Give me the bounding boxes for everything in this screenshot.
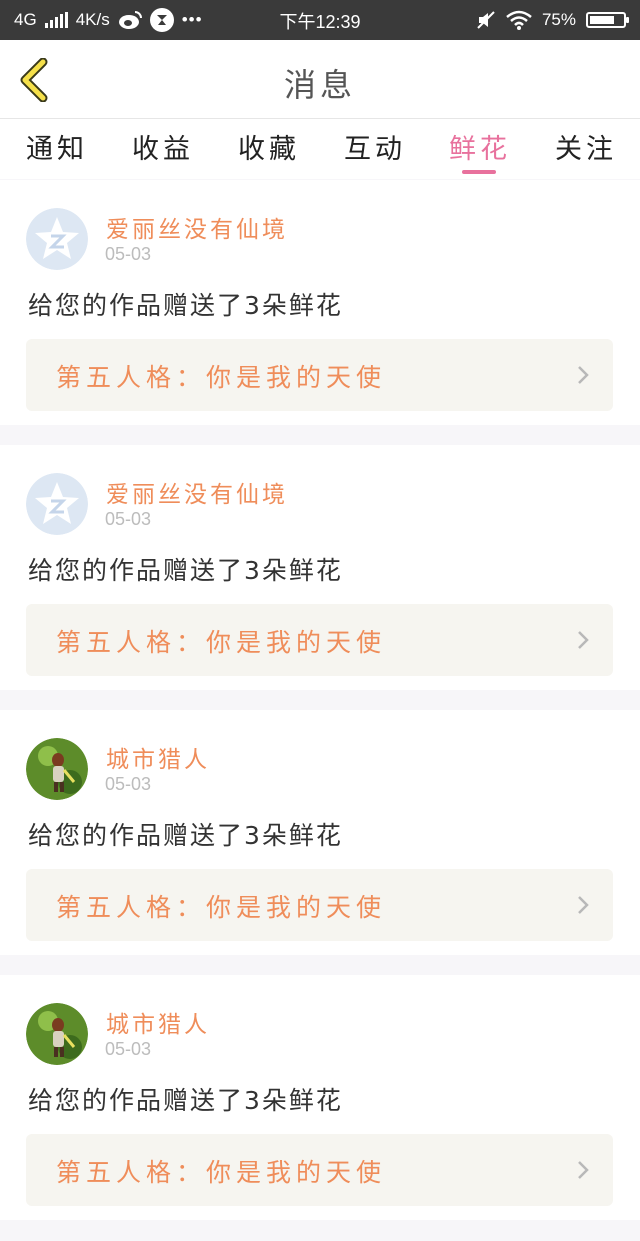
- username[interactable]: 爱丽丝没有仙境: [106, 475, 288, 509]
- work-link[interactable]: 第五人格：你是我的天使: [26, 1134, 613, 1206]
- chevron-right-icon: [578, 1161, 589, 1179]
- tab-flowers[interactable]: 鲜花: [449, 127, 511, 166]
- game-character-avatar: [26, 1003, 88, 1065]
- status-bar: 4G 4K/s ••• 下午12:39 75%: [0, 0, 640, 40]
- page-title: 消息: [283, 66, 356, 104]
- battery-icon: [586, 12, 629, 28]
- message-text: 给您的作品赠送了3朵鲜花: [28, 291, 343, 320]
- battery-percent: 75%: [541, 10, 576, 29]
- date: 05-03: [105, 509, 152, 529]
- avatar[interactable]: [26, 208, 88, 270]
- message-list: 爱丽丝没有仙境 05-03 给您的作品赠送了3朵鲜花 第五人格：你是我的天使 爱…: [0, 180, 640, 1240]
- date: 05-03: [105, 774, 152, 794]
- tab-notifications[interactable]: 通知: [26, 127, 88, 166]
- date: 05-03: [105, 244, 152, 264]
- default-qq-avatar-icon: [26, 473, 88, 535]
- active-tab-indicator: [462, 170, 496, 174]
- avatar[interactable]: [26, 1003, 88, 1065]
- default-qq-avatar-icon: [26, 208, 88, 270]
- message-text: 给您的作品赠送了3朵鲜花: [28, 556, 343, 585]
- battery-fill: [590, 16, 614, 24]
- chevron-right-icon: [578, 631, 589, 649]
- work-link[interactable]: 第五人格：你是我的天使: [26, 604, 613, 676]
- avatar[interactable]: [26, 473, 88, 535]
- work-title: 第五人格：你是我的天使: [56, 628, 387, 657]
- list-item: 爱丽丝没有仙境 05-03 给您的作品赠送了3朵鲜花 第五人格：你是我的天使: [0, 445, 640, 690]
- chevron-right-icon: [578, 896, 589, 914]
- tab-following[interactable]: 关注: [555, 127, 617, 166]
- tab-bar: 通知 收益 收藏 互动 鲜花 关注: [0, 119, 640, 179]
- work-title: 第五人格：你是我的天使: [56, 1158, 387, 1187]
- list-item: 城市猎人 05-03 给您的作品赠送了3朵鲜花 第五人格：你是我的天使: [0, 710, 640, 955]
- work-link[interactable]: 第五人格：你是我的天使: [26, 869, 613, 941]
- list-item: 城市猎人 05-03 给您的作品赠送了3朵鲜花 第五人格：你是我的天使: [0, 975, 640, 1220]
- message-text: 给您的作品赠送了3朵鲜花: [28, 1086, 343, 1115]
- username[interactable]: 城市猎人: [106, 1005, 210, 1039]
- work-title: 第五人格：你是我的天使: [56, 893, 387, 922]
- list-item: 爱丽丝没有仙境 05-03 给您的作品赠送了3朵鲜花 第五人格：你是我的天使: [0, 180, 640, 425]
- message-text: 给您的作品赠送了3朵鲜花: [28, 821, 343, 850]
- username[interactable]: 爱丽丝没有仙境: [106, 210, 288, 244]
- tab-interactions[interactable]: 互动: [344, 127, 406, 166]
- status-right: 75%: [476, 8, 629, 32]
- username[interactable]: 城市猎人: [106, 740, 210, 774]
- mute-icon: [477, 11, 495, 29]
- tab-earnings[interactable]: 收益: [132, 127, 194, 166]
- wifi-icon: [506, 10, 532, 30]
- date: 05-03: [105, 1039, 152, 1059]
- work-title: 第五人格：你是我的天使: [56, 363, 387, 392]
- tab-favorites[interactable]: 收藏: [238, 127, 300, 166]
- avatar[interactable]: [26, 738, 88, 800]
- game-character-avatar: [26, 738, 88, 800]
- header: 消息: [0, 40, 640, 119]
- work-link[interactable]: 第五人格：你是我的天使: [26, 339, 613, 411]
- chevron-right-icon: [578, 366, 589, 384]
